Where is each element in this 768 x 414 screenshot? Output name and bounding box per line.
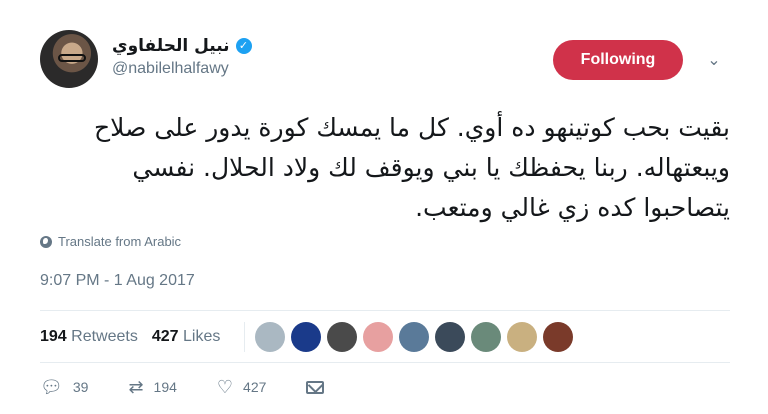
likes-label: Likes	[183, 328, 221, 345]
like-count: 427	[243, 379, 267, 395]
retweet-icon: ⇄	[128, 377, 144, 397]
liker-avatar[interactable]	[327, 322, 358, 352]
liker-avatar[interactable]	[291, 322, 322, 352]
liker-avatars	[255, 322, 574, 352]
translate-label[interactable]: Translate from Arabic	[58, 234, 181, 249]
stats-separator	[244, 322, 246, 352]
tweet-actions: 💬︎ 39 ⇄ 194 ♡ 427	[40, 378, 364, 396]
author-block: نبيل الحلفاوي ✓ @nabilelhalfawy	[112, 36, 252, 78]
tweet-stats: 194 Retweets 427 Likes	[40, 322, 574, 352]
reply-count: 39	[72, 379, 89, 395]
liker-avatar[interactable]	[435, 322, 466, 352]
heart-icon: ♡	[216, 377, 234, 397]
liker-avatar[interactable]	[363, 322, 394, 352]
retweets-stat[interactable]: 194 Retweets	[40, 328, 138, 346]
liker-avatar[interactable]	[399, 322, 430, 352]
liker-avatar[interactable]	[543, 322, 574, 352]
reply-icon: 💬︎	[40, 377, 63, 397]
translate-link[interactable]: Translate from Arabic	[40, 234, 181, 249]
tweet-header: نبيل الحلفاوي ✓ @nabilelhalfawy Followin…	[40, 28, 730, 92]
retweets-label: Retweets	[71, 328, 138, 345]
globe-icon	[40, 235, 52, 248]
dm-action[interactable]	[306, 380, 325, 394]
reply-action[interactable]: 💬︎ 39	[40, 378, 88, 396]
likes-stat[interactable]: 427 Likes	[152, 328, 221, 346]
chevron-down-icon[interactable]: ⌄	[704, 50, 724, 70]
tweet-timestamp[interactable]: 9:07 PM - 1 Aug 2017	[40, 272, 195, 290]
retweets-count: 194	[40, 328, 67, 345]
display-name[interactable]: نبيل الحلفاوي	[112, 36, 230, 56]
divider	[40, 310, 730, 311]
avatar[interactable]	[40, 30, 98, 88]
mail-icon	[306, 380, 325, 394]
avatar-glasses	[58, 54, 86, 62]
like-action[interactable]: ♡ 427	[217, 378, 267, 396]
liker-avatar[interactable]	[255, 322, 286, 352]
liker-avatar[interactable]	[471, 322, 502, 352]
name-row: نبيل الحلفاوي ✓	[112, 36, 252, 56]
retweet-count: 194	[153, 379, 177, 395]
following-button[interactable]: Following	[553, 40, 683, 80]
likes-count: 427	[151, 328, 179, 345]
retweet-action[interactable]: ⇄ 194	[128, 378, 176, 396]
author-handle[interactable]: @nabilelhalfawy	[112, 60, 252, 78]
liker-avatar[interactable]	[507, 322, 538, 352]
divider	[40, 362, 730, 363]
tweet-text: بقيت بحب كوتينهو ده أوي. كل ما يمسك كورة…	[94, 113, 730, 222]
verified-badge-icon: ✓	[235, 38, 252, 54]
